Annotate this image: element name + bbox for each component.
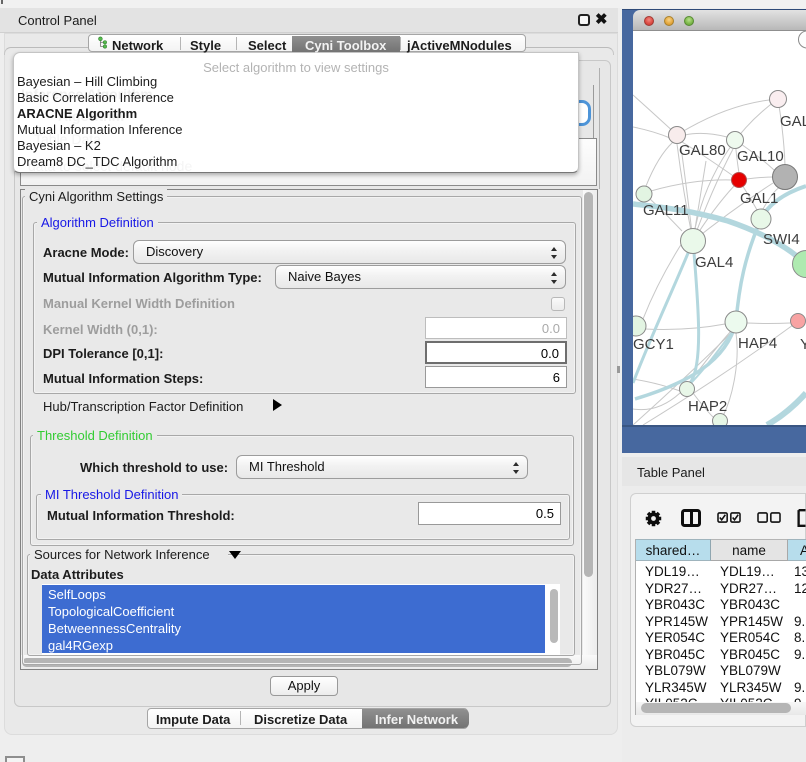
svg-text:GAL4: GAL4 xyxy=(695,254,733,271)
svg-text:GAL11: GAL11 xyxy=(643,202,689,219)
svg-text:GAL80: GAL80 xyxy=(679,142,726,159)
svg-text:HAP2: HAP2 xyxy=(688,398,727,415)
svg-text:HAP4: HAP4 xyxy=(738,335,777,352)
svg-text:Y: Y xyxy=(800,336,806,353)
svg-text:GAL1: GAL1 xyxy=(740,190,778,207)
svg-text:SWI4: SWI4 xyxy=(763,231,800,248)
svg-text:GCY1: GCY1 xyxy=(633,336,674,353)
svg-text:GAL10: GAL10 xyxy=(737,148,784,165)
svg-text:GAL: GAL xyxy=(780,113,806,130)
